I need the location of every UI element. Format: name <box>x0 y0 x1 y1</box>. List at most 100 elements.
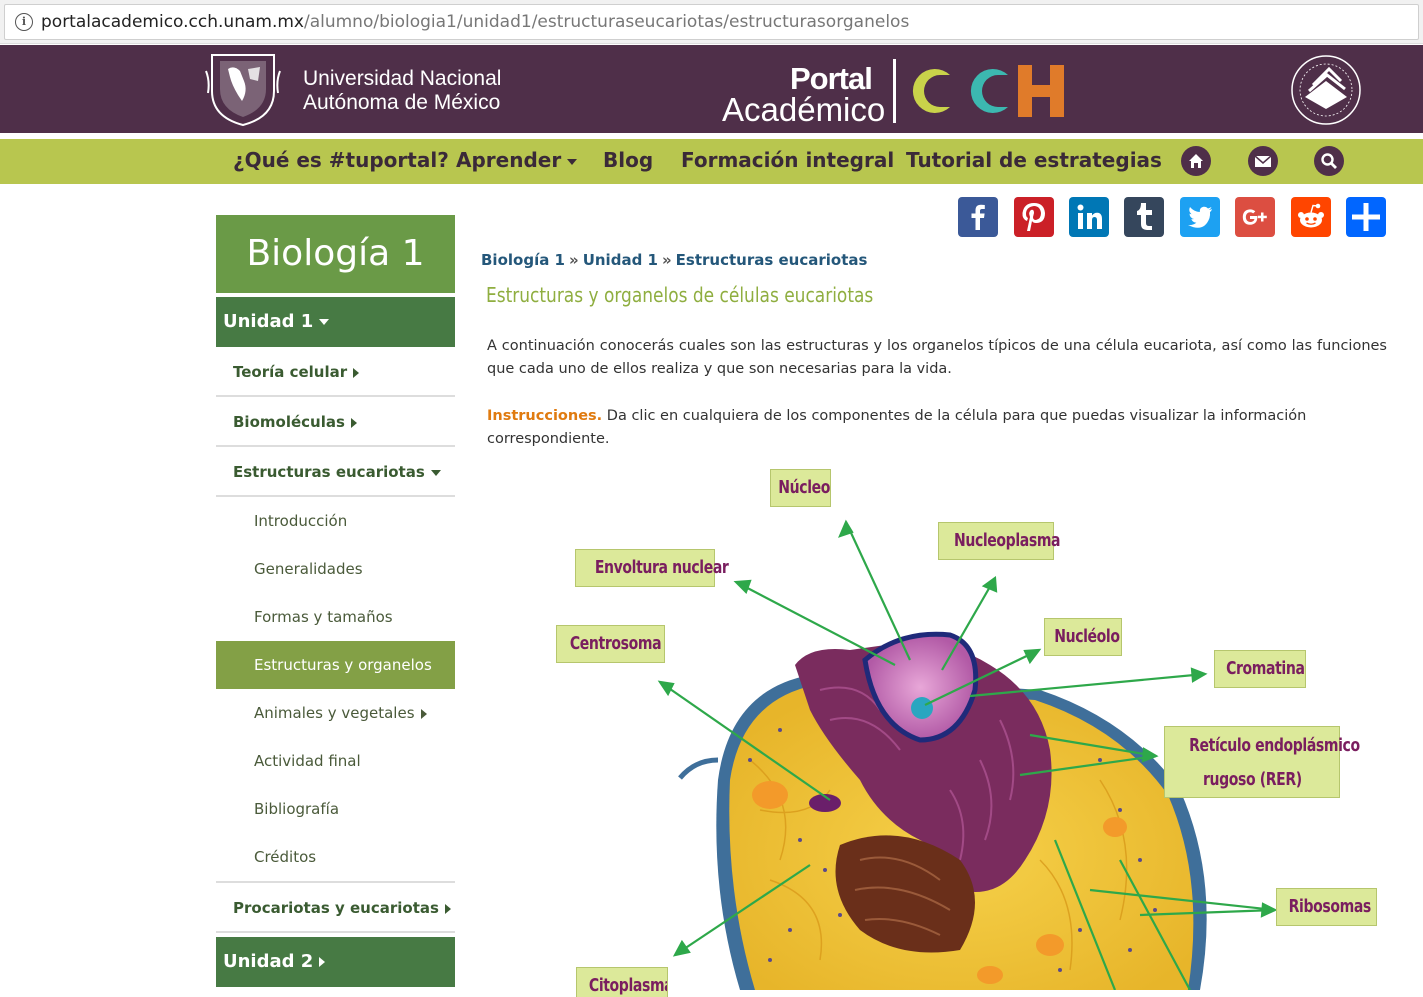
label-rer-line2: rugoso (RER) <box>1202 769 1302 790</box>
tumblr-icon[interactable] <box>1124 197 1164 237</box>
page-title: Estructuras y organelos de células eucar… <box>486 283 874 307</box>
nav-item-blog[interactable]: Blog <box>603 148 653 172</box>
label-nucleolo-text: Nucléolo <box>1054 626 1120 647</box>
nav-item-tutorial-estrategias[interactable]: Tutorial de estrategias <box>906 148 1162 172</box>
vesicle[interactable] <box>1103 817 1127 837</box>
main-nav: ¿Qué es #tuportal? Aprender Blog Formaci… <box>0 139 1423 184</box>
sidebar-subitem-introduccion[interactable]: Introducción <box>216 497 455 545</box>
vesicle[interactable] <box>1036 934 1064 956</box>
browser-address-bar: i portalacademico.cch.unam.mx /alumno/bi… <box>0 0 1423 44</box>
label-ribosomas-text: Ribosomas <box>1288 896 1372 917</box>
sidebar-unit-1-label: Unidad 1 <box>223 311 314 332</box>
sidebar-item-biomoleculas[interactable]: Biomoléculas <box>216 397 455 447</box>
label-citoplasma-text: Citoplasma <box>588 975 668 996</box>
instructions-text: Da clic en cualquiera de los componentes… <box>487 408 1307 447</box>
reddit-icon[interactable] <box>1291 197 1331 237</box>
label-centrosoma[interactable]: Centrosoma <box>556 625 665 663</box>
label-nucleolo[interactable]: Nucléolo <box>1044 618 1122 656</box>
label-envoltura-text: Envoltura nuclear <box>594 557 729 578</box>
nucleolus[interactable] <box>911 697 933 719</box>
url-path: /alumno/biologia1/unidad1/estructuraseuc… <box>303 12 910 32</box>
university-name-line1: Universidad Nacional <box>303 67 502 90</box>
sidebar-subitem-animales-vegetales[interactable]: Animales y vegetales <box>216 689 455 737</box>
chevron-right-icon <box>420 708 427 719</box>
label-nucleoplasma-text: Nucleoplasma <box>953 530 1061 551</box>
chevron-right-icon <box>350 417 357 428</box>
sidebar-item-procariotas-eucariotas[interactable]: Procariotas y eucariotas <box>216 883 455 933</box>
breadcrumb-separator: » <box>661 251 672 269</box>
sidebar-unit-2-label: Unidad 2 <box>223 951 314 972</box>
label-reticulo-endoplasmico-rugoso[interactable]: Retículo endoplásmico rugoso (RER) <box>1164 726 1360 798</box>
sidebar-course-title[interactable]: Biología 1 <box>216 215 455 293</box>
nav-item-aprender-label: Aprender <box>456 148 562 172</box>
sidebar-item-label: Estructuras eucariotas <box>233 463 425 481</box>
breadcrumb: Biología 1» Unidad 1» Estructuras eucariot… <box>481 251 867 269</box>
instructions-label: Instrucciones. <box>487 408 603 424</box>
google-plus-icon[interactable] <box>1235 197 1275 237</box>
chevron-right-icon <box>353 367 360 378</box>
label-rer-line1: Retículo endoplásmico <box>1189 735 1360 756</box>
chevron-down-icon <box>430 469 441 476</box>
sidebar-subitem-creditos[interactable]: Créditos <box>216 833 455 883</box>
site-info-icon[interactable]: i <box>15 13 33 31</box>
sidebar-unit-2[interactable]: Unidad 2 <box>216 937 455 987</box>
course-sidebar: Biología 1 Unidad 1 Teoría celular Biomo… <box>216 215 455 987</box>
url-host: portalacademico.cch.unam.mx <box>41 12 304 32</box>
label-envoltura-nuclear[interactable]: Envoltura nuclear <box>575 549 729 587</box>
nav-item-formacion-integral[interactable]: Formación integral <box>681 148 894 172</box>
university-name: Universidad Nacional Autónoma de México <box>303 67 501 115</box>
university-name-line2: Autónoma de México <box>303 91 501 114</box>
facebook-icon[interactable] <box>958 197 998 237</box>
url-field[interactable]: i portalacademico.cch.unam.mx /alumno/bi… <box>4 4 1419 40</box>
sidebar-subitem-generalidades[interactable]: Generalidades <box>216 545 455 593</box>
label-cromatina-text: Cromatina <box>1226 658 1305 679</box>
twitter-icon[interactable] <box>1180 197 1220 237</box>
chevron-down-icon <box>319 319 330 325</box>
site-header: Universidad Nacional Autónoma de México … <box>0 45 1423 133</box>
label-ribosomas[interactable]: Ribosomas <box>1276 888 1377 926</box>
mail-icon[interactable] <box>1248 146 1278 176</box>
nav-item-aprender[interactable]: Aprender <box>456 148 578 172</box>
sidebar-item-teoria-celular[interactable]: Teoría celular <box>216 347 455 397</box>
linkedin-icon[interactable] <box>1069 197 1109 237</box>
sidebar-item-label: Teoría celular <box>233 363 348 381</box>
sidebar-item-estructuras-eucariotas[interactable]: Estructuras eucariotas <box>216 447 455 497</box>
eukaryotic-cell-diagram[interactable] <box>480 460 1380 990</box>
label-centrosoma-text: Centrosoma <box>569 633 662 654</box>
sidebar-subitem-estructuras-organelos[interactable]: Estructuras y organelos <box>216 641 455 689</box>
share-icon[interactable] <box>1346 197 1386 237</box>
search-icon[interactable] <box>1314 146 1344 176</box>
home-icon[interactable] <box>1181 146 1211 176</box>
label-cromatina[interactable]: Cromatina <box>1214 650 1306 688</box>
logo-divider <box>893 59 896 123</box>
sidebar-unit-1[interactable]: Unidad 1 <box>216 297 455 347</box>
pinterest-icon[interactable] <box>1014 197 1054 237</box>
vesicle[interactable] <box>977 966 1003 984</box>
breadcrumb-separator: » <box>569 251 579 269</box>
breadcrumb-link-estructuras[interactable]: Estructuras eucariotas <box>676 251 868 269</box>
label-citoplasma[interactable]: Citoplasma <box>576 967 668 997</box>
sidebar-subitem-formas-tamanos[interactable]: Formas y tamaños <box>216 593 455 641</box>
sidebar-subitem-actividad-final[interactable]: Actividad final <box>216 737 455 785</box>
nav-item-tuportal[interactable]: ¿Qué es #tuportal? <box>233 148 449 172</box>
sidebar-subitem-bibliografia[interactable]: Bibliografía <box>216 785 455 833</box>
label-nucleo-text: Núcleo <box>778 477 831 498</box>
vesicle[interactable] <box>752 781 788 809</box>
sidebar-item-label: Procariotas y eucariotas <box>233 899 439 917</box>
chevron-down-icon <box>567 158 578 165</box>
chevron-right-icon <box>319 957 326 967</box>
label-nucleoplasma[interactable]: Nucleoplasma <box>938 522 1061 560</box>
chevron-right-icon <box>444 903 451 914</box>
unam-logo[interactable] <box>204 51 282 127</box>
label-nucleo[interactable]: Núcleo <box>770 469 831 507</box>
colegio-logo[interactable] <box>1287 51 1365 129</box>
breadcrumb-link-biologia[interactable]: Biología 1 <box>481 251 565 269</box>
instructions-paragraph: Instrucciones. Da clic en cualquiera de … <box>487 405 1387 451</box>
breadcrumb-link-unidad[interactable]: Unidad 1 <box>583 251 658 269</box>
academico-word: Académico <box>722 91 886 128</box>
intro-paragraph: A continuación conocerás cuales son las … <box>487 338 1387 377</box>
sidebar-subitem-label: Animales y vegetales <box>254 704 415 722</box>
cilium <box>678 757 719 780</box>
sidebar-item-label: Biomoléculas <box>233 413 345 431</box>
cch-logo[interactable] <box>902 61 1070 121</box>
